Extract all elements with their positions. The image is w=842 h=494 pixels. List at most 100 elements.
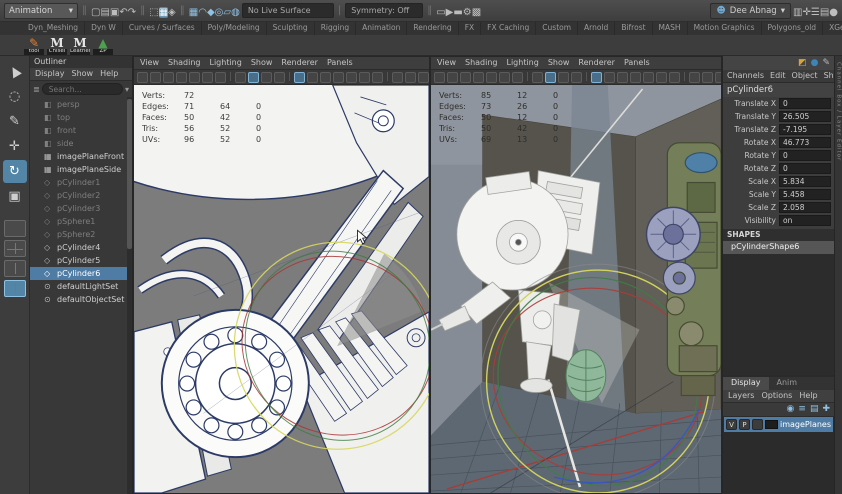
live-surface-field[interactable]: No Live Surface	[242, 3, 334, 18]
joint-xray-icon[interactable]	[512, 72, 523, 83]
search-input[interactable]	[42, 83, 123, 95]
channel-attr-value[interactable]: 0	[779, 98, 831, 109]
shelf-tab-mash[interactable]: MASH	[653, 22, 688, 35]
xray-icon[interactable]	[307, 72, 318, 83]
two-pane-side-by-side-layout[interactable]	[4, 280, 26, 297]
new-empty-layer-icon[interactable]: ▤	[810, 404, 819, 415]
resolution-gate-icon[interactable]	[418, 72, 429, 83]
snap-point-icon[interactable]: ◆	[207, 7, 215, 18]
backface-culling-icon[interactable]	[320, 72, 331, 83]
outliner-item-pSphere1[interactable]: ◇pSphere1	[30, 215, 132, 228]
menu-help[interactable]: Help	[100, 69, 118, 79]
menu-lighting[interactable]: Lighting	[209, 58, 241, 68]
channel-attr-value[interactable]: 0	[779, 163, 831, 174]
bookmark-icon[interactable]	[473, 72, 484, 83]
lasso-tool[interactable]: ◌	[3, 85, 27, 108]
single-pane-layout[interactable]	[4, 220, 26, 237]
menu-show[interactable]: Show	[548, 58, 570, 68]
menu-display[interactable]: Display	[35, 69, 65, 79]
layer-editor-tab-anim[interactable]: Anim	[769, 377, 806, 390]
shelf-tab-curves-surfaces[interactable]: Curves / Surfaces	[123, 22, 202, 35]
paint-select-tool[interactable]: ✎	[3, 110, 27, 133]
shelf-tab-custom[interactable]: Custom	[536, 22, 578, 35]
motion-blur-icon[interactable]	[669, 72, 680, 83]
use-default-material-icon[interactable]	[571, 72, 582, 83]
make-live-icon[interactable]: ◍	[231, 7, 240, 18]
save-scene-icon[interactable]: ▣	[110, 7, 119, 18]
select-object-icon[interactable]: ▦	[159, 7, 168, 18]
layer-row-imagePlanes[interactable]: VPimagePlanes	[724, 417, 833, 432]
shelf-tab-arnold[interactable]: Arnold	[578, 22, 615, 35]
outliner-item-pCylinder6[interactable]: ◇pCylinder6	[30, 267, 132, 280]
isolate-select-icon[interactable]	[689, 72, 700, 83]
four-pane-layout[interactable]	[4, 240, 26, 257]
render-frame-icon[interactable]: ▭	[436, 7, 445, 18]
shelf-tab-bifrost[interactable]: Bifrost	[615, 22, 652, 35]
menu-shading[interactable]: Shading	[465, 58, 498, 68]
shelf-tab-polygons-old[interactable]: Polygons_old	[762, 22, 824, 35]
display-type-toggle[interactable]	[752, 419, 763, 430]
motion-blur-icon[interactable]	[372, 72, 383, 83]
channel-attr-value[interactable]: 26.505	[779, 111, 831, 122]
shelf-tab-rendering[interactable]: Rendering	[407, 22, 458, 35]
symmetry-field[interactable]: Symmetry: Off	[345, 3, 423, 18]
menu-help[interactable]: Help	[799, 391, 817, 401]
shelf-button-chisel[interactable]: MChisel	[47, 36, 67, 55]
menu-lighting[interactable]: Lighting	[506, 58, 538, 68]
channel-attr-value[interactable]: 0	[779, 150, 831, 161]
user-account-dropdown[interactable]: ☻ Dee Abnag ▾	[710, 3, 791, 19]
joint-xray-icon[interactable]	[215, 72, 226, 83]
channel-attr-value[interactable]: -7.195	[779, 124, 831, 135]
new-layer-from-selected-icon[interactable]: ✚	[822, 404, 830, 415]
camera-attributes-icon[interactable]	[163, 72, 174, 83]
select-component-icon[interactable]: ◈	[168, 7, 176, 18]
menu-renderer[interactable]: Renderer	[281, 58, 318, 68]
menu-panels[interactable]: Panels	[327, 58, 353, 68]
camera-attributes-icon[interactable]	[460, 72, 471, 83]
select-camera-icon[interactable]	[137, 72, 148, 83]
resolution-gate-icon[interactable]	[715, 72, 721, 83]
humanik-icon[interactable]: ●	[811, 57, 819, 69]
shelf-tab-motion-graphics[interactable]: Motion Graphics	[688, 22, 762, 35]
channel-attr-value[interactable]: 5.834	[779, 176, 831, 187]
isolate-select-icon[interactable]	[392, 72, 403, 83]
select-camera-icon[interactable]	[434, 72, 445, 83]
redo-icon[interactable]: ↷	[128, 7, 136, 18]
wireframe-icon[interactable]	[235, 72, 246, 83]
snap-view-plane-icon[interactable]: ▱	[223, 7, 231, 18]
filter-icon[interactable]: ≣	[33, 85, 40, 94]
menu-edit[interactable]: Edit	[770, 71, 786, 81]
outliner-item-pCylinder5[interactable]: ◇pCylinder5	[30, 254, 132, 267]
hypershade-icon[interactable]: ▩	[472, 7, 481, 18]
outliner-item-pCylinder3[interactable]: ◇pCylinder3	[30, 202, 132, 215]
lock-camera-icon[interactable]	[150, 72, 161, 83]
outliner-item-imagePlaneSide[interactable]: ▦imagePlaneSide	[30, 163, 132, 176]
render-settings-icon[interactable]: ⚙	[463, 7, 472, 18]
2d-pan-zoom-icon[interactable]	[499, 72, 510, 83]
shelf-tab-sculpting[interactable]: Sculpting	[267, 22, 315, 35]
snap-grid-icon[interactable]: ▦	[189, 7, 198, 18]
shelf-tab-poly-modeling[interactable]: Poly/Modeling	[202, 22, 267, 35]
select-hierarchy-icon[interactable]: ⬚	[149, 7, 158, 18]
playback-toggle[interactable]: P	[739, 419, 750, 430]
channel-object-name[interactable]: pCylinder6	[723, 83, 834, 97]
shelf-tab-dyn-w[interactable]: Dyn W	[85, 22, 123, 35]
select-tool[interactable]: ▲	[0, 56, 31, 88]
render-sequence-icon[interactable]: ▬	[453, 7, 462, 18]
bookmark-icon[interactable]	[176, 72, 187, 83]
layer-editor-tab-display[interactable]: Display	[723, 377, 769, 390]
modeling-toolkit-icon[interactable]: ◩	[798, 57, 807, 69]
xray-icon[interactable]	[604, 72, 615, 83]
shelf-tab-rigging[interactable]: Rigging	[315, 22, 356, 35]
channel-attr-value[interactable]: 5.458	[779, 189, 831, 200]
use-default-material-icon[interactable]	[274, 72, 285, 83]
shadows-icon[interactable]	[643, 72, 654, 83]
menuset-dropdown[interactable]: Animation ▾	[4, 3, 78, 19]
rotate-tool[interactable]: ↻	[3, 160, 27, 183]
lighting-icon[interactable]	[630, 72, 641, 83]
shelf-tab-xgen[interactable]: XGen	[823, 22, 842, 35]
outliner-item-pCylinder2[interactable]: ◇pCylinder2	[30, 189, 132, 202]
layer-color-swatch[interactable]	[765, 420, 778, 429]
menu-show[interactable]: Show	[72, 69, 94, 79]
menu-options[interactable]: Options	[761, 391, 792, 401]
